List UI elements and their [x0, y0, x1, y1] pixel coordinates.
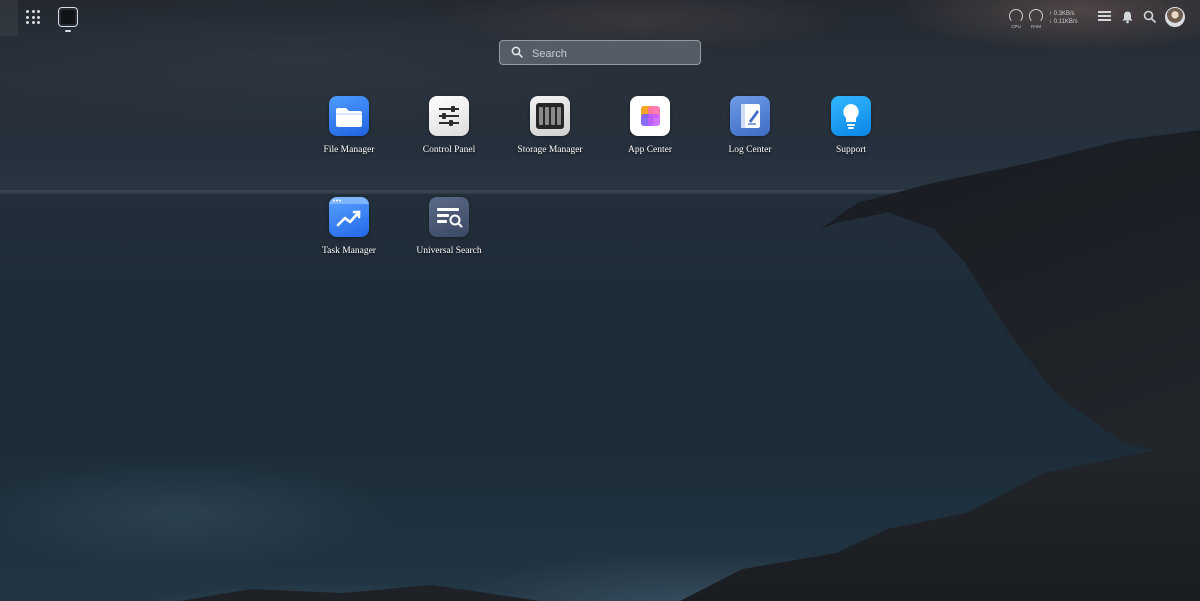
lightbulb-icon	[831, 96, 871, 136]
app-app-center[interactable]: App Center	[600, 96, 700, 155]
search-bar[interactable]	[499, 40, 701, 65]
cpu-label: CPU	[1011, 24, 1021, 29]
trend-chart-icon	[329, 197, 369, 237]
search-icon	[511, 46, 523, 58]
ram-gauge-icon[interactable]: RAM	[1029, 9, 1043, 29]
upload-rate: ↑ 0.3KB/s	[1049, 11, 1075, 17]
app-label: Storage Manager	[517, 145, 583, 155]
doc-search-icon	[429, 197, 469, 237]
app-universal-search[interactable]: Universal Search	[399, 197, 499, 256]
bell-icon[interactable]	[1121, 10, 1134, 24]
ram-label: RAM	[1031, 24, 1041, 29]
app-log-center[interactable]: Log Center	[700, 96, 800, 155]
wallpaper-shade	[0, 0, 1200, 601]
sliders-icon	[429, 96, 469, 136]
folder-icon	[329, 96, 369, 136]
app-label: File Manager	[323, 145, 375, 155]
app-grid-icon[interactable]	[26, 10, 40, 24]
app-label: Log Center	[728, 145, 772, 155]
search-icon[interactable]	[1143, 10, 1156, 23]
disk-bays-icon	[530, 96, 570, 136]
window-icon[interactable]	[58, 7, 78, 27]
user-avatar[interactable]	[1165, 7, 1185, 27]
download-rate: ↓ 0.11KB/s	[1049, 19, 1078, 25]
log-book-icon	[730, 96, 770, 136]
app-label: Universal Search	[416, 246, 482, 256]
app-label: Control Panel	[422, 145, 476, 155]
app-control-panel[interactable]: Control Panel	[399, 96, 499, 155]
app-label: Support	[835, 145, 867, 155]
app-label: Task Manager	[322, 246, 376, 256]
app-task-manager[interactable]: Task Manager	[299, 197, 399, 256]
active-window-indicator	[65, 30, 71, 32]
app-label: App Center	[627, 145, 673, 155]
corner-strip	[0, 0, 18, 36]
storage-stack-icon[interactable]	[1098, 11, 1111, 23]
cpu-gauge-icon[interactable]: CPU	[1009, 9, 1023, 29]
app-center-icon	[630, 96, 670, 136]
search-input[interactable]	[530, 44, 694, 63]
app-support[interactable]: Support	[801, 96, 901, 155]
app-storage-manager[interactable]: Storage Manager	[500, 96, 600, 155]
network-rates: ↑ 0.3KB/s ↓ 0.11KB/s	[1049, 10, 1078, 26]
desktop-wallpaper	[0, 0, 1200, 601]
top-bar: CPU RAM ↑ 0.3KB/s ↓ 0.11KB/s	[0, 0, 1200, 36]
app-file-manager[interactable]: File Manager	[299, 96, 399, 155]
